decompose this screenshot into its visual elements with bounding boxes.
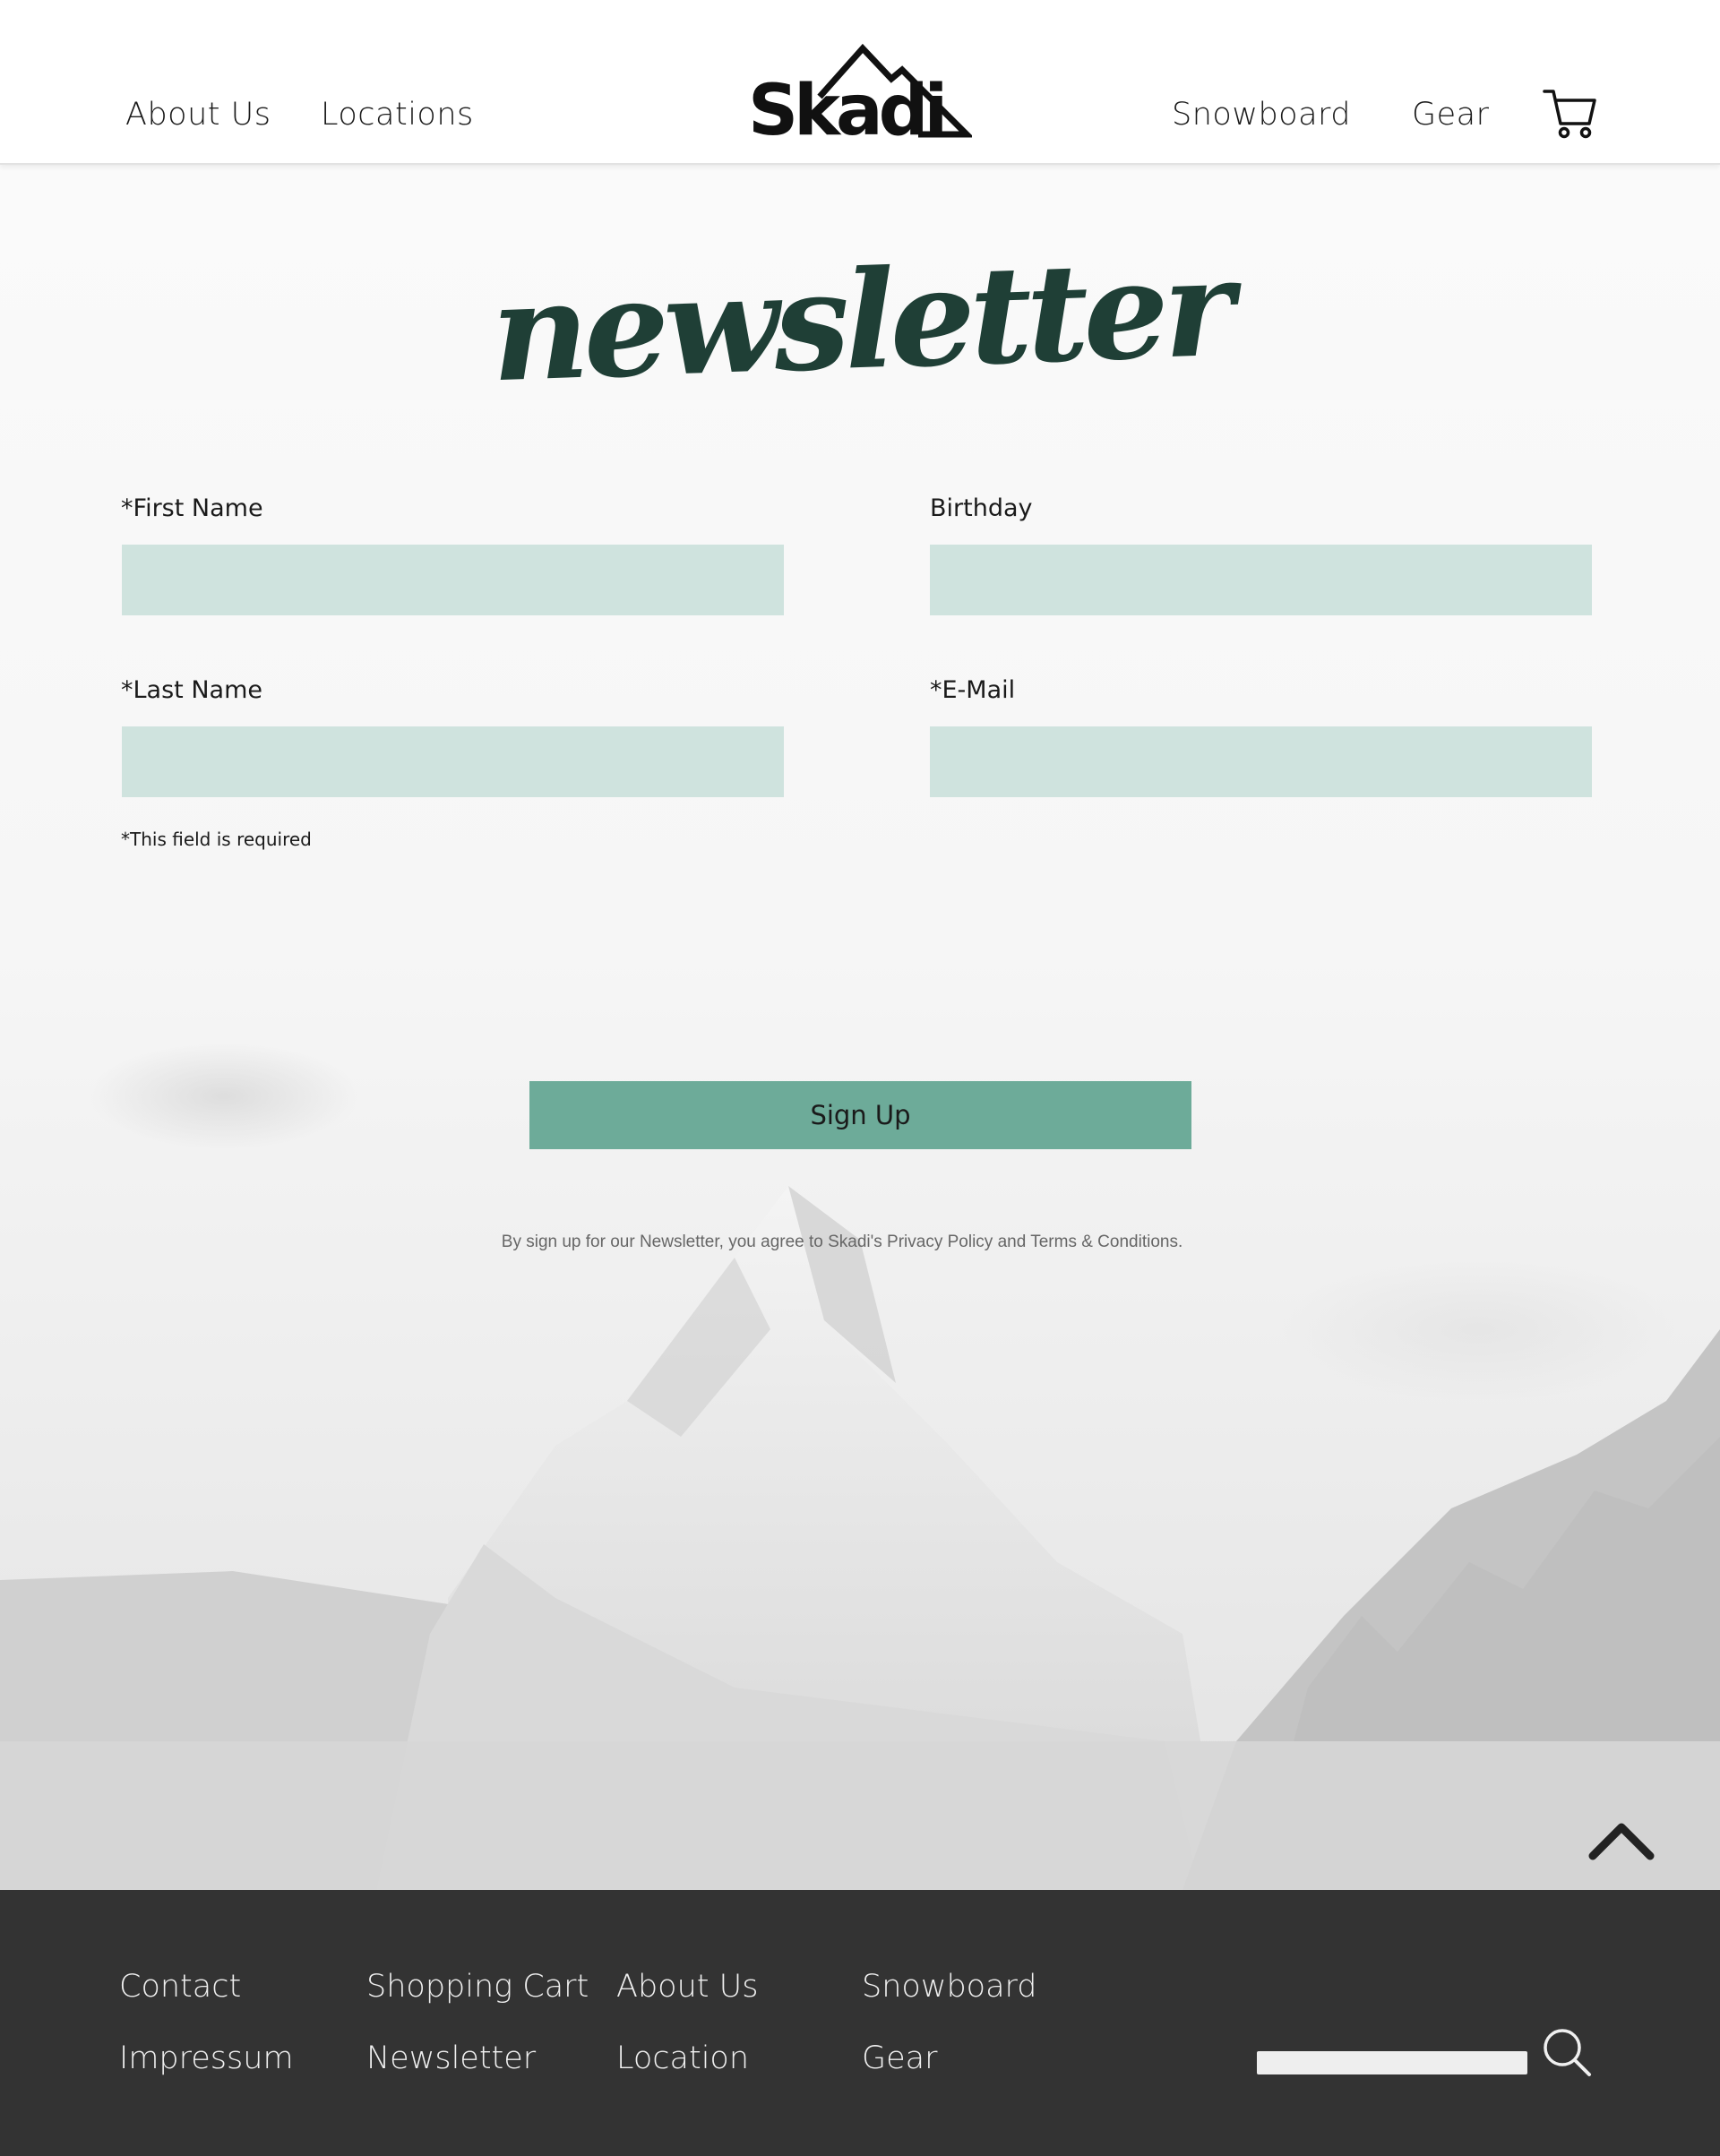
- email-label: *E-Mail: [930, 676, 1016, 704]
- footer-shopping-cart[interactable]: Shopping Cart: [366, 1969, 589, 2005]
- site-header: About Us Locations Skadi Snowboard Gear: [0, 0, 1720, 165]
- privacy-disclaimer: By sign up for our Newsletter, you agree…: [501, 1233, 1183, 1251]
- mountain-background-image: [0, 1043, 1720, 1890]
- required-note: *This field is required: [121, 829, 312, 850]
- footer-contact[interactable]: Contact: [119, 1969, 241, 2005]
- nav-gear[interactable]: Gear: [1412, 97, 1490, 133]
- chevron-up-icon[interactable]: [1587, 1818, 1656, 1863]
- first-name-label: *First Name: [121, 494, 263, 522]
- first-name-field[interactable]: [122, 545, 784, 615]
- hero-background: [0, 165, 1720, 1890]
- svg-text:Skadi: Skadi: [748, 71, 943, 140]
- footer-impressum[interactable]: Impressum: [119, 2040, 294, 2076]
- email-field[interactable]: [930, 726, 1592, 797]
- footer-about-us[interactable]: About Us: [616, 1969, 758, 2005]
- nav-locations[interactable]: Locations: [321, 97, 474, 133]
- search-icon[interactable]: [1541, 2026, 1593, 2078]
- last-name-label: *Last Name: [121, 676, 262, 704]
- last-name-field[interactable]: [122, 726, 784, 797]
- nav-snowboard[interactable]: Snowboard: [1172, 97, 1351, 133]
- birthday-field[interactable]: [930, 545, 1592, 615]
- nav-about-us[interactable]: About Us: [125, 97, 271, 133]
- skadi-logo-icon[interactable]: Skadi: [748, 41, 975, 151]
- footer-newsletter[interactable]: Newsletter: [366, 2040, 536, 2076]
- footer-search-input[interactable]: [1257, 2051, 1527, 2074]
- sign-up-button[interactable]: Sign Up: [529, 1081, 1191, 1149]
- footer-gear[interactable]: Gear: [862, 2040, 938, 2076]
- footer-snowboard[interactable]: Snowboard: [862, 1969, 1037, 2005]
- site-footer: [0, 1890, 1720, 2156]
- cart-icon[interactable]: [1543, 88, 1598, 140]
- footer-location[interactable]: Location: [616, 2040, 749, 2076]
- birthday-label: Birthday: [930, 494, 1033, 522]
